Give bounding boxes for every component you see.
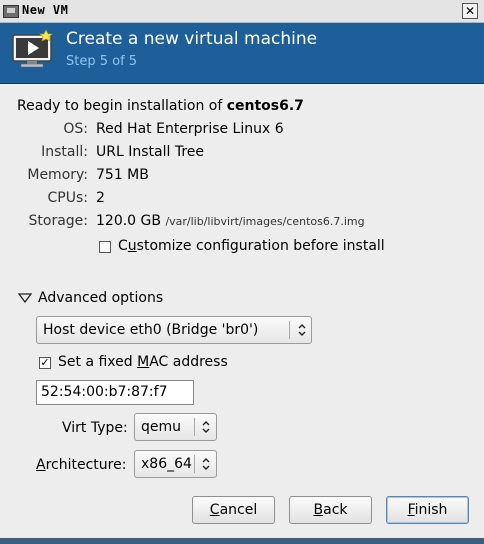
chevron-updown-icon bbox=[202, 421, 210, 433]
cancel-mnemonic: C bbox=[209, 502, 220, 518]
storage-size: 120.0 GB bbox=[96, 213, 161, 229]
close-icon[interactable]: ✕ bbox=[462, 3, 478, 19]
chevron-updown-icon bbox=[202, 458, 210, 470]
combo-separator bbox=[289, 321, 290, 339]
customize-label-mnemonic: u bbox=[127, 238, 137, 254]
window-bottom-edge bbox=[0, 538, 484, 544]
app-icon bbox=[3, 5, 19, 18]
advanced-options-label[interactable]: Advanced options bbox=[38, 290, 163, 306]
mac-address-input[interactable]: 52:54:00:b7:87:f7 bbox=[36, 380, 194, 405]
storage-path: /var/lib/libvirt/images/centos6.7.img bbox=[165, 215, 365, 228]
chevron-updown-icon bbox=[298, 324, 306, 336]
customize-label[interactable]: Customize configuration before install bbox=[118, 238, 385, 254]
fixed-mac-label-post: AC address bbox=[149, 354, 228, 370]
customize-label-pre: C bbox=[118, 238, 128, 254]
os-label: OS: bbox=[63, 121, 88, 137]
cpus-value: 2 bbox=[96, 190, 105, 206]
install-label: Install: bbox=[41, 144, 88, 160]
combo-separator bbox=[194, 418, 195, 436]
architecture-label-post: rchitecture: bbox=[45, 457, 127, 473]
storage-label: Storage: bbox=[28, 213, 89, 229]
os-value: Red Hat Enterprise Linux 6 bbox=[96, 121, 284, 137]
customize-label-post: stomize configuration before install bbox=[136, 238, 385, 254]
virt-type-value: qemu bbox=[141, 419, 182, 435]
virt-type-label: Virt Type: bbox=[62, 420, 128, 436]
window-titlebar: New VM ✕ bbox=[0, 0, 484, 23]
finish-button[interactable]: Finish bbox=[386, 496, 469, 524]
wizard-header: Create a new virtual machine Step 5 of 5 bbox=[0, 23, 484, 84]
storage-value: 120.0 GB /var/lib/libvirt/images/centos6… bbox=[96, 213, 365, 229]
wizard-title: Create a new virtual machine bbox=[66, 29, 318, 49]
cancel-button[interactable]: Cancel bbox=[192, 496, 275, 524]
network-source-value: Host device eth0 (Bridge 'br0') bbox=[43, 322, 259, 338]
architecture-value: x86_64 bbox=[141, 456, 192, 472]
customize-checkbox[interactable] bbox=[99, 241, 111, 253]
virt-type-select[interactable]: qemu bbox=[134, 413, 217, 441]
wizard-step: Step 5 of 5 bbox=[66, 54, 138, 69]
memory-value: 751 MB bbox=[96, 167, 149, 183]
cancel-label: ancel bbox=[219, 502, 258, 518]
fixed-mac-label-mnemonic: M bbox=[137, 354, 150, 370]
ready-text: Ready to begin installation of centos6.7 bbox=[17, 98, 304, 114]
ready-prefix: Ready to begin installation of bbox=[17, 98, 227, 114]
fixed-mac-checkbox[interactable]: ✓ bbox=[39, 357, 51, 369]
back-label: ack bbox=[323, 502, 348, 518]
back-button[interactable]: Back bbox=[289, 496, 372, 524]
vm-name: centos6.7 bbox=[226, 98, 304, 114]
finish-label: inish bbox=[414, 502, 448, 518]
cpus-label: CPUs: bbox=[47, 190, 88, 206]
fixed-mac-label-pre: Set a fixed bbox=[58, 354, 138, 370]
install-value: URL Install Tree bbox=[96, 144, 204, 160]
architecture-select[interactable]: x86_64 bbox=[134, 450, 217, 478]
fixed-mac-label[interactable]: Set a fixed MAC address bbox=[58, 354, 228, 370]
finish-mnemonic: F bbox=[407, 502, 415, 518]
architecture-label: Architecture: bbox=[36, 457, 126, 473]
combo-separator bbox=[194, 455, 195, 473]
window-title: New VM bbox=[22, 3, 69, 17]
architecture-label-mnemonic: A bbox=[36, 457, 46, 473]
network-source-select[interactable]: Host device eth0 (Bridge 'br0') bbox=[36, 316, 312, 344]
expander-triangle-icon[interactable] bbox=[18, 293, 32, 303]
memory-label: Memory: bbox=[27, 167, 88, 183]
vm-monitor-icon bbox=[12, 29, 53, 68]
back-mnemonic: B bbox=[313, 502, 324, 518]
